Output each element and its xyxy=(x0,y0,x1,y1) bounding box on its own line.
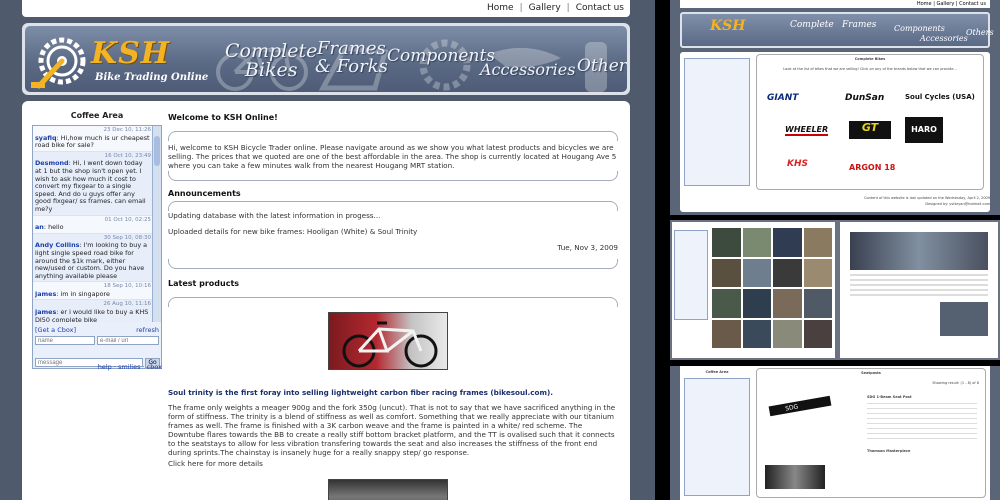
chat-message: 01 Oct 10, 02:25 an: hello xyxy=(33,216,153,234)
seatpost-icon: SDG xyxy=(768,395,832,417)
product-description: The frame only weights a meager 900g and… xyxy=(168,403,616,457)
main-screenshot: Home | Gallery | Contact us KSH Bike Trading… xyxy=(0,0,655,500)
contact-link[interactable]: Contact us xyxy=(576,3,624,13)
scrollbar-thumb[interactable] xyxy=(154,136,160,166)
preview-content: Complete Bikes Look at the list of bikes… xyxy=(680,52,990,212)
divider xyxy=(168,131,618,141)
photo-grid xyxy=(712,228,832,348)
chat-message: 30 Sep 10, 08:30 Andy Collins: I'm lookin… xyxy=(33,233,153,283)
preview-product-name: SDG 1-Beam Seat Post xyxy=(867,395,912,399)
preview-seatposts-title: Seatposts xyxy=(861,371,881,375)
chat-message: 26 Aug 10, 11:16 james: er i would like t… xyxy=(33,300,153,322)
refresh-link[interactable]: refresh xyxy=(136,326,159,334)
preview-seatposts-panel: Seatposts Showing result: (1 - 8) of 8 S… xyxy=(756,368,986,498)
announcements-title: Announcements xyxy=(168,189,241,198)
preview-intro: Look at the list of bikes that we are se… xyxy=(783,67,957,71)
top-navigation: Home | Gallery | Contact us xyxy=(22,0,630,17)
brand-khs[interactable]: KHS xyxy=(787,159,808,169)
nav-frames-forks[interactable]: Frames & Forks xyxy=(315,40,388,76)
welcome-text: Hi, welcome to KSH Bicycle Trader online… xyxy=(168,143,617,170)
preview-footer: Content of this website is last updated … xyxy=(864,196,990,200)
preview-chatbox xyxy=(684,378,750,496)
preview-coffee-title: Coffee Area xyxy=(705,370,729,374)
name-input[interactable] xyxy=(35,336,95,345)
nav-complete-bikes[interactable]: Complete Bikes xyxy=(225,42,317,80)
brand-wheeler[interactable]: WHEELER xyxy=(785,125,829,136)
preview-title: Complete Bikes xyxy=(854,57,886,61)
get-cbox-link[interactable]: [Get a Cbox] xyxy=(35,326,76,334)
announcement-date: Tue, Nov 3, 2009 xyxy=(557,243,618,252)
chat-message: 18 Sep 10, 10:16 james: im in singapore xyxy=(33,282,153,301)
more-details-link[interactable]: Click here for more details xyxy=(168,459,618,468)
preview-seatposts-content: Coffee Area Seatposts Showing result: (1… xyxy=(680,366,990,500)
chat-message: 23 Dec 10, 11:26 syafiq: Hi,how much is u… xyxy=(33,126,153,152)
chat-message: 16 Oct 10, 23:49 Desmond: Hi, I went down… xyxy=(33,151,153,216)
divider xyxy=(168,297,618,307)
preview-gallery-right xyxy=(840,222,998,358)
gallery-page-preview[interactable] xyxy=(670,220,1000,360)
ksh-logo[interactable]: KSH Bike Trading Online xyxy=(31,30,211,90)
chainring-icon xyxy=(31,37,86,89)
preview-result-count: Showing result: (1 - 8) of 8 xyxy=(932,381,979,385)
complete-bikes-page-preview[interactable]: Home | Gallery | Contact us KSH Complete… xyxy=(670,0,1000,215)
logo-tagline: Bike Trading Online xyxy=(95,72,209,83)
chat-scrollbar[interactable] xyxy=(152,126,161,322)
brand-soul[interactable]: Soul Cycles (USA) xyxy=(905,93,975,101)
chat-footer-links[interactable]: help · smilies · cbox xyxy=(32,363,162,371)
brand-argon18[interactable]: ARGON 18 xyxy=(849,163,895,172)
divider xyxy=(168,171,618,181)
divider xyxy=(168,259,618,269)
chat-messages: 23 Dec 10, 11:26 syafiq: Hi,how much is u… xyxy=(33,126,153,322)
chat-links: [Get a Cbox] refresh xyxy=(35,326,159,334)
content-panel: Coffee Area 23 Dec 10, 11:26 syafiq: Hi,h… xyxy=(22,101,630,500)
latest-products-title: Latest products xyxy=(168,279,240,288)
preview-gallery-left xyxy=(672,222,835,358)
logo-text: KSH xyxy=(91,36,171,71)
preview-product2-name: Thomson Masterpiece xyxy=(867,449,911,453)
second-product-photo[interactable] xyxy=(328,479,448,500)
brand-haro[interactable]: HARO xyxy=(905,117,943,143)
divider xyxy=(168,201,618,211)
nav-components[interactable]: Components xyxy=(387,48,495,65)
preview-designed-by: Designed by: ystbryan@hotmail.com xyxy=(925,202,990,206)
brand-gt[interactable]: GT xyxy=(849,121,891,139)
preview-chatbox xyxy=(684,58,750,186)
product-heading: Soul trinity is the first foray into sel… xyxy=(168,388,553,397)
seatposts-page-preview[interactable]: Coffee Area Seatposts Showing result: (1… xyxy=(670,366,1000,500)
chat-box: 23 Dec 10, 11:26 syafiq: Hi,how much is u… xyxy=(32,125,162,369)
preview-brand-panel: Complete Bikes Look at the list of bikes… xyxy=(756,54,984,190)
announcement-1: Updating database with the latest inform… xyxy=(168,211,381,220)
gallery-link[interactable]: Gallery xyxy=(529,3,561,13)
brand-dunsan[interactable]: DunSan xyxy=(845,93,884,103)
soul-trinity-photo[interactable] xyxy=(328,312,448,370)
preview-topbar: Home | Gallery | Contact us xyxy=(680,0,990,8)
announcement-2: Uploaded details for new bike frames: Ho… xyxy=(168,227,418,236)
preview-banner: KSH Complete Frames Components Accessori… xyxy=(680,12,994,48)
brand-giant[interactable]: GIANT xyxy=(767,93,798,103)
email-url-input[interactable] xyxy=(97,336,159,345)
welcome-title: Welcome to KSH Online! xyxy=(168,113,278,122)
nav-accessories[interactable]: Accessories xyxy=(480,62,575,78)
banner: KSH Bike Trading Online Complete Bikes Fr… xyxy=(22,23,630,95)
coffee-area-title: Coffee Area xyxy=(70,111,124,120)
nav-others[interactable]: Others xyxy=(577,58,627,75)
bicycle-icon xyxy=(342,321,438,368)
home-link[interactable]: Home xyxy=(487,3,514,13)
